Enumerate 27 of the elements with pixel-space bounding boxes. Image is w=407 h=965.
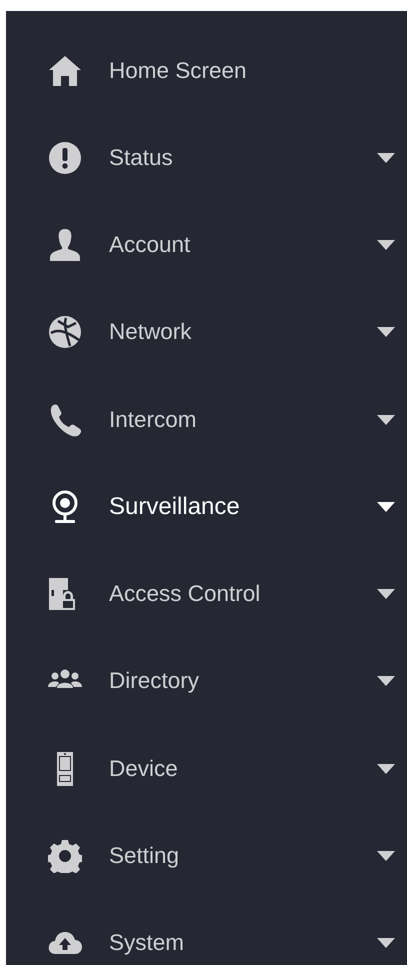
caret-icon <box>377 676 395 686</box>
caret-icon <box>377 502 395 512</box>
menu-item[interactable]: Device <box>6 747 407 790</box>
caret-icon <box>377 414 395 425</box>
caret-icon <box>377 327 395 338</box>
caret-icon <box>377 240 395 250</box>
home-icon <box>48 54 82 88</box>
caret-icon <box>377 764 395 774</box>
menu-item[interactable]: Setting <box>6 834 407 878</box>
globe-icon <box>48 315 82 350</box>
user-icon <box>48 228 82 262</box>
menu-item[interactable]: Status <box>6 136 407 180</box>
menu-item[interactable]: Intercom <box>6 398 407 442</box>
caret-icon <box>377 152 395 163</box>
menu-item[interactable]: System <box>6 922 407 965</box>
caret-icon <box>377 938 395 948</box>
menu-item[interactable]: Directory <box>6 660 407 704</box>
menu-item[interactable]: Home Screen <box>6 49 407 92</box>
caret-icon <box>377 589 395 600</box>
alert-icon <box>48 140 82 175</box>
settings-icon <box>48 838 82 873</box>
menu-item[interactable]: Network <box>6 310 407 354</box>
menu-item[interactable]: Access Control <box>6 572 407 616</box>
menu-item[interactable]: Surveillance <box>6 485 407 529</box>
phone-icon <box>48 402 82 437</box>
menu-item[interactable]: Account <box>6 224 407 267</box>
caret-icon <box>377 850 395 861</box>
